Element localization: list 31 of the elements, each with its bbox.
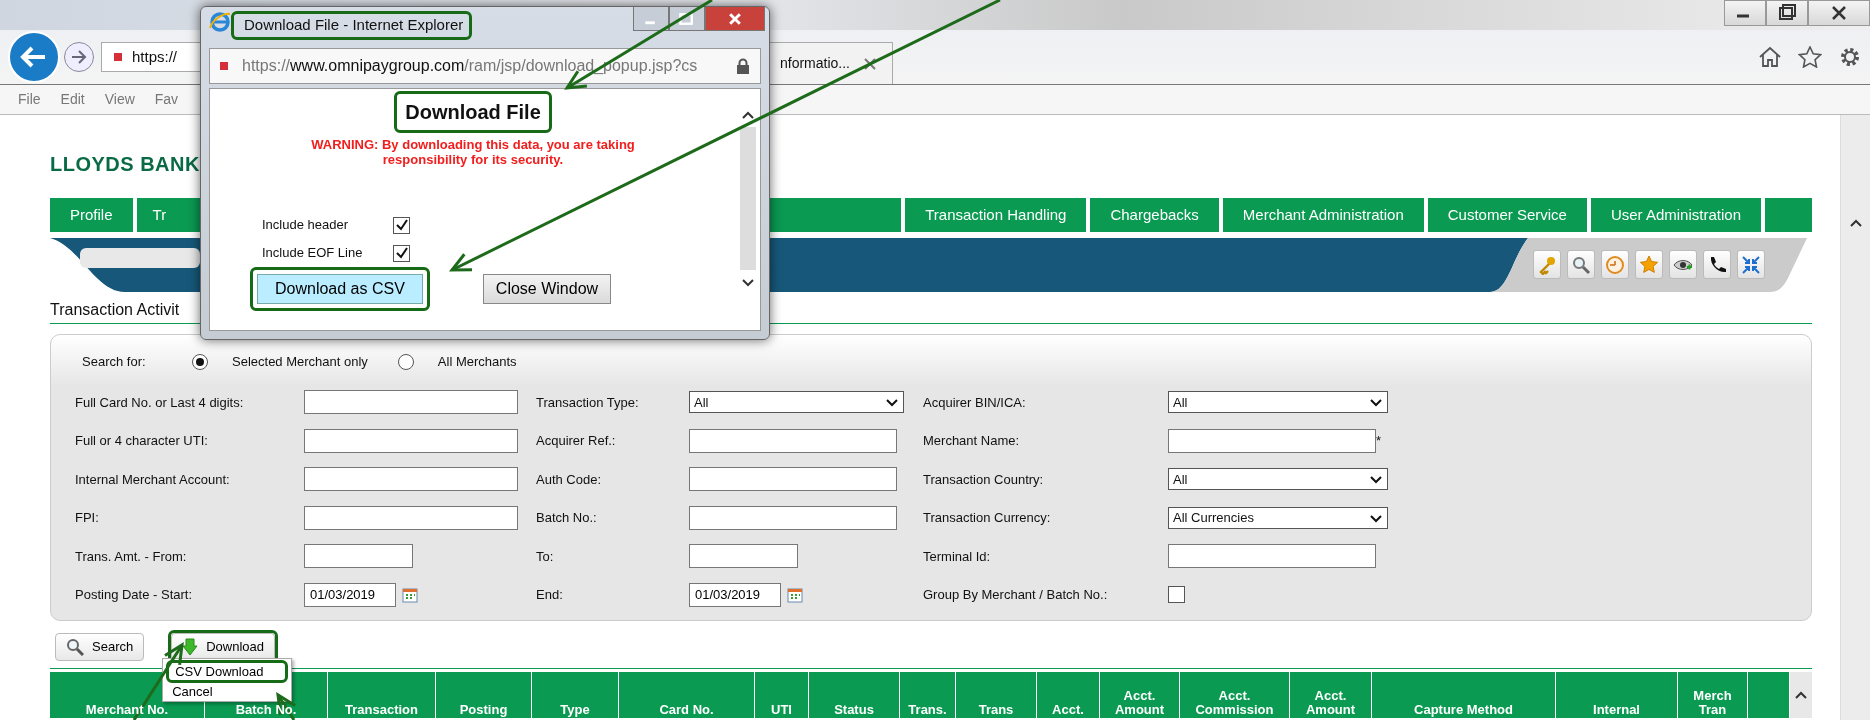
field-label: Batch No.:: [536, 510, 597, 525]
field-label: Group By Merchant / Batch No.:: [923, 587, 1108, 602]
field-label: Transaction Currency:: [923, 510, 1051, 525]
option-label: All Merchants: [437, 353, 517, 372]
bank-logo-text: LLOYDS BANK: [50, 153, 200, 175]
section-title: Transaction Activit: [50, 299, 180, 320]
field-label: To:: [536, 548, 554, 564]
field-label: Acquirer BIN/ICA:: [923, 394, 1026, 410]
field-label: Posting Date - Start:: [75, 587, 193, 602]
warning-text: WARNING: By downloading this data, you are taking responsibility for its security.: [310, 137, 636, 167]
required-mark: *: [1376, 432, 1382, 450]
field-label: End:: [536, 587, 563, 602]
option-label: Include EOF Line: [262, 244, 364, 263]
field-label: Transaction Country:: [923, 471, 1044, 487]
field-label: Full Card No. or Last 4 digits:: [75, 394, 244, 410]
field-label: Search for:: [82, 353, 147, 372]
field-label: Internal Merchant Account:: [75, 471, 230, 487]
field-label: Merchant Name:: [923, 433, 1020, 448]
window-title: Download File - Internet Explorer: [243, 15, 465, 35]
field-label: Terminal Id:: [923, 548, 991, 564]
dialog-heading: Download File: [404, 100, 542, 125]
option-label: Selected Merchant only: [232, 353, 368, 372]
field-label: Trans. Amt. - From:: [75, 548, 187, 564]
field-label: FPI:: [75, 510, 99, 525]
tab-title: nformatio...: [779, 54, 850, 73]
address-text: https://: [132, 46, 178, 67]
field-label: Acquirer Ref.:: [536, 433, 616, 448]
option-label: Include header: [262, 216, 349, 235]
field-label: Transaction Type:: [536, 394, 639, 410]
field-label: Full or 4 character UTI:: [75, 433, 208, 448]
field-label: Auth Code:: [536, 471, 602, 487]
